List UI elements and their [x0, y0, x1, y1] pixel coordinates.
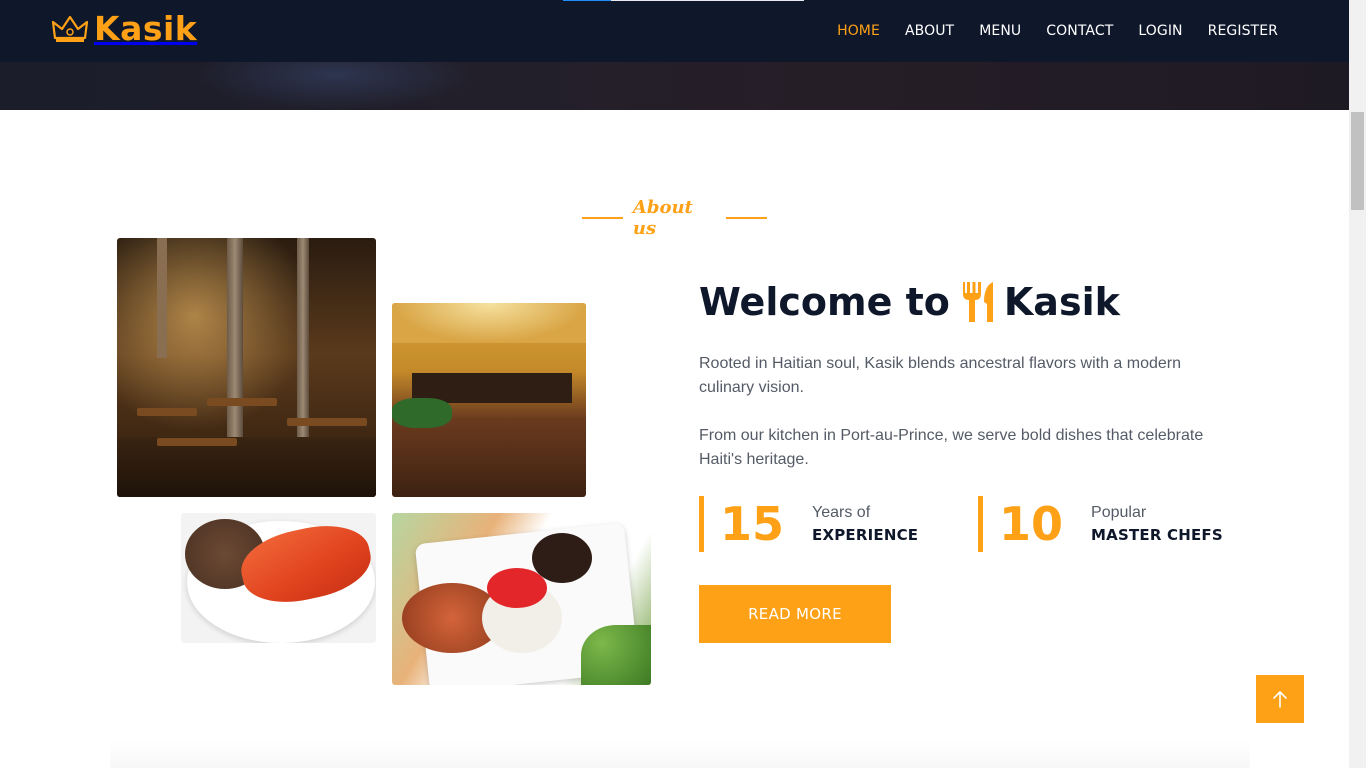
about-section-tag: About us — [582, 197, 767, 239]
dining-room-photo — [392, 303, 586, 497]
stat-label-bottom: MASTER CHEFS — [1091, 526, 1223, 544]
hero-background-strip — [0, 62, 1349, 110]
back-to-top-button[interactable] — [1256, 675, 1304, 723]
page-progress-line — [563, 0, 804, 1]
page-scrollbar[interactable] — [1349, 0, 1366, 768]
nav-home[interactable]: HOME — [837, 23, 880, 39]
tag-line-right — [726, 217, 767, 219]
stat-chefs: 10 Popular MASTER CHEFS — [978, 496, 1223, 552]
nav-register[interactable]: REGISTER — [1208, 23, 1278, 39]
nav-menu[interactable]: MENU — [979, 23, 1021, 39]
main-nav: HOME ABOUT MENU CONTACT LOGIN REGISTER — [812, 0, 1278, 62]
about-paragraph-1: Rooted in Haitian soul, Kasik blends anc… — [699, 355, 1182, 396]
stat-label: Popular MASTER CHEFS — [1091, 502, 1223, 546]
utensils-icon — [962, 282, 993, 322]
fish-dish-photo — [181, 513, 376, 643]
brand-name: Kasik — [94, 9, 198, 48]
next-section-shadow — [110, 740, 1250, 768]
restaurant-interior-photo — [117, 238, 376, 497]
nav-contact[interactable]: CONTACT — [1046, 23, 1113, 39]
stat-label-top: Years of — [812, 504, 871, 521]
stat-label-top: Popular — [1091, 504, 1147, 521]
about-paragraph-2: From our kitchen in Port-au-Prince, we s… — [699, 427, 1204, 468]
welcome-title-prefix: Welcome to — [699, 280, 950, 324]
stat-number: 15 — [720, 497, 785, 551]
about-tag-text: About us — [632, 197, 693, 239]
nav-login[interactable]: LOGIN — [1138, 23, 1182, 39]
welcome-title: Welcome to Kasik — [699, 280, 1120, 324]
crown-icon — [52, 15, 88, 42]
top-navbar: Kasik HOME ABOUT MENU CONTACT LOGIN REGI… — [0, 0, 1349, 62]
stat-label-bottom: EXPERIENCE — [812, 526, 919, 544]
welcome-title-brand: Kasik — [1003, 280, 1120, 324]
stat-number: 10 — [999, 497, 1064, 551]
arrow-up-icon — [1273, 691, 1287, 708]
nav-about[interactable]: ABOUT — [905, 23, 954, 39]
brand-logo[interactable]: Kasik — [52, 9, 197, 48]
stat-label: Years of EXPERIENCE — [812, 502, 918, 546]
scrollbar-thumb[interactable] — [1351, 112, 1364, 210]
crab-plate-photo — [392, 513, 651, 685]
tag-line-left — [582, 217, 623, 219]
stat-experience: 15 Years of EXPERIENCE — [699, 496, 918, 552]
read-more-button[interactable]: READ MORE — [699, 585, 891, 643]
